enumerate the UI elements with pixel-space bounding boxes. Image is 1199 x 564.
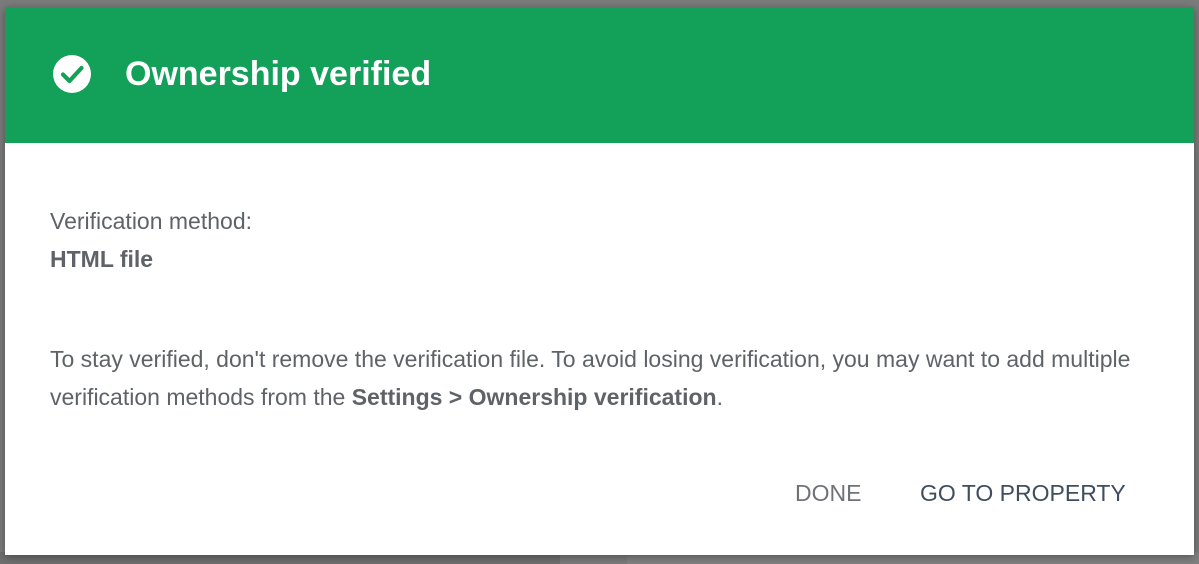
check-circle-icon — [53, 55, 91, 93]
done-button[interactable]: DONE — [787, 473, 869, 513]
verification-info-text: To stay verified, don't remove the verif… — [50, 340, 1150, 416]
ownership-verified-dialog: Ownership verified Verification method: … — [5, 7, 1194, 555]
verification-method-label: Verification method: — [50, 208, 253, 234]
verification-method-value: HTML file — [50, 246, 154, 272]
info-text-part2: . — [716, 384, 723, 410]
dialog-header: Ownership verified — [5, 7, 1194, 143]
dialog-title: Ownership verified — [125, 55, 432, 93]
settings-path-text: Settings > Ownership verification — [351, 384, 717, 410]
go-to-property-button[interactable]: GO TO PROPERTY — [912, 473, 1134, 513]
